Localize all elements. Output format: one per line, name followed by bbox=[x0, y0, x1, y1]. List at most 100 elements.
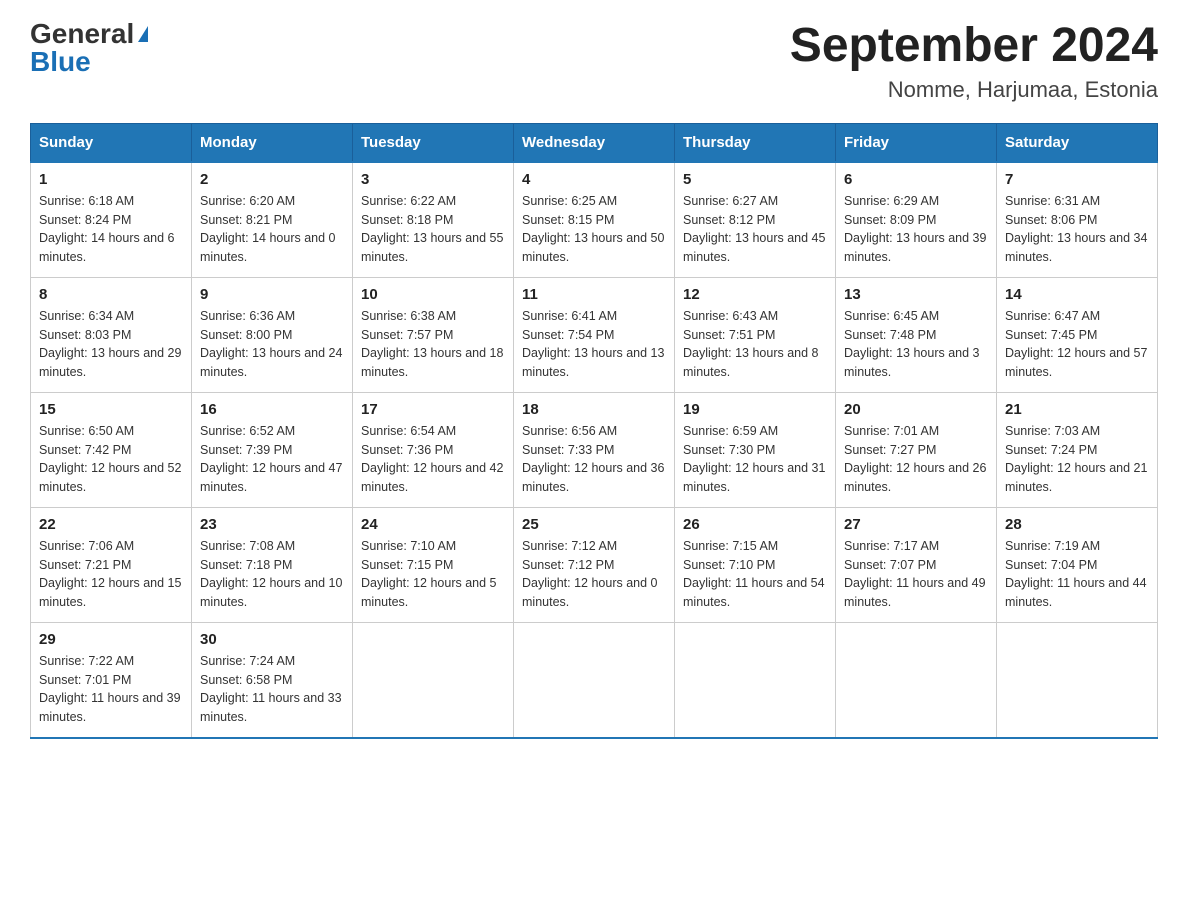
day-number: 11 bbox=[522, 286, 666, 303]
day-info: Sunrise: 6:52 AMSunset: 7:39 PMDaylight:… bbox=[200, 422, 344, 497]
weekday-header-saturday: Saturday bbox=[997, 123, 1158, 162]
calendar-cell: 19 Sunrise: 6:59 AMSunset: 7:30 PMDayligh… bbox=[675, 392, 836, 507]
weekday-header-sunday: Sunday bbox=[31, 123, 192, 162]
calendar-cell: 20 Sunrise: 7:01 AMSunset: 7:27 PMDayligh… bbox=[836, 392, 997, 507]
day-number: 18 bbox=[522, 401, 666, 418]
day-number: 15 bbox=[39, 401, 183, 418]
day-number: 7 bbox=[1005, 171, 1149, 188]
day-info: Sunrise: 6:20 AMSunset: 8:21 PMDaylight:… bbox=[200, 192, 344, 267]
day-info: Sunrise: 6:54 AMSunset: 7:36 PMDaylight:… bbox=[361, 422, 505, 497]
day-number: 29 bbox=[39, 631, 183, 648]
day-number: 19 bbox=[683, 401, 827, 418]
calendar-week-row: 15 Sunrise: 6:50 AMSunset: 7:42 PMDayligh… bbox=[31, 392, 1158, 507]
calendar-cell: 21 Sunrise: 7:03 AMSunset: 7:24 PMDayligh… bbox=[997, 392, 1158, 507]
day-number: 17 bbox=[361, 401, 505, 418]
calendar-title: September 2024 bbox=[790, 20, 1158, 73]
day-info: Sunrise: 6:50 AMSunset: 7:42 PMDaylight:… bbox=[39, 422, 183, 497]
calendar-cell bbox=[353, 622, 514, 738]
calendar-cell: 30Sunrise: 7:24 AMSunset: 6:58 PMDayligh… bbox=[192, 622, 353, 738]
day-number: 4 bbox=[522, 171, 666, 188]
day-info: Sunrise: 7:12 AMSunset: 7:12 PMDaylight:… bbox=[522, 537, 666, 612]
day-number: 22 bbox=[39, 516, 183, 533]
calendar-week-row: 22Sunrise: 7:06 AMSunset: 7:21 PMDayligh… bbox=[31, 507, 1158, 622]
day-number: 6 bbox=[844, 171, 988, 188]
day-number: 24 bbox=[361, 516, 505, 533]
day-info: Sunrise: 6:59 AMSunset: 7:30 PMDaylight:… bbox=[683, 422, 827, 497]
day-info: Sunrise: 7:10 AMSunset: 7:15 PMDaylight:… bbox=[361, 537, 505, 612]
calendar-cell bbox=[675, 622, 836, 738]
day-info: Sunrise: 6:22 AMSunset: 8:18 PMDaylight:… bbox=[361, 192, 505, 267]
day-number: 5 bbox=[683, 171, 827, 188]
weekday-header-friday: Friday bbox=[836, 123, 997, 162]
calendar-cell: 26Sunrise: 7:15 AMSunset: 7:10 PMDayligh… bbox=[675, 507, 836, 622]
day-info: Sunrise: 7:17 AMSunset: 7:07 PMDaylight:… bbox=[844, 537, 988, 612]
day-number: 14 bbox=[1005, 286, 1149, 303]
day-info: Sunrise: 6:56 AMSunset: 7:33 PMDaylight:… bbox=[522, 422, 666, 497]
calendar-cell: 14 Sunrise: 6:47 AMSunset: 7:45 PMDayligh… bbox=[997, 277, 1158, 392]
day-number: 3 bbox=[361, 171, 505, 188]
weekday-header-tuesday: Tuesday bbox=[353, 123, 514, 162]
calendar-week-row: 1Sunrise: 6:18 AMSunset: 8:24 PMDaylight… bbox=[31, 162, 1158, 278]
day-number: 21 bbox=[1005, 401, 1149, 418]
day-info: Sunrise: 6:36 AMSunset: 8:00 PMDaylight:… bbox=[200, 307, 344, 382]
day-info: Sunrise: 6:41 AMSunset: 7:54 PMDaylight:… bbox=[522, 307, 666, 382]
calendar-cell: 3 Sunrise: 6:22 AMSunset: 8:18 PMDaylight… bbox=[353, 162, 514, 278]
day-info: Sunrise: 6:27 AMSunset: 8:12 PMDaylight:… bbox=[683, 192, 827, 267]
calendar-cell: 2Sunrise: 6:20 AMSunset: 8:21 PMDaylight… bbox=[192, 162, 353, 278]
calendar-cell bbox=[514, 622, 675, 738]
day-number: 30 bbox=[200, 631, 344, 648]
calendar-week-row: 29 Sunrise: 7:22 AMSunset: 7:01 PMDayligh… bbox=[31, 622, 1158, 738]
calendar-cell: 5 Sunrise: 6:27 AMSunset: 8:12 PMDaylight… bbox=[675, 162, 836, 278]
calendar-cell bbox=[836, 622, 997, 738]
day-info: Sunrise: 6:31 AMSunset: 8:06 PMDaylight:… bbox=[1005, 192, 1149, 267]
page-header: General Blue September 2024 Nomme, Harju… bbox=[30, 20, 1158, 103]
calendar-cell: 23Sunrise: 7:08 AMSunset: 7:18 PMDayligh… bbox=[192, 507, 353, 622]
logo-general-text: General bbox=[30, 20, 134, 48]
calendar-cell: 4Sunrise: 6:25 AMSunset: 8:15 PMDaylight… bbox=[514, 162, 675, 278]
calendar-cell: 10Sunrise: 6:38 AMSunset: 7:57 PMDayligh… bbox=[353, 277, 514, 392]
day-number: 20 bbox=[844, 401, 988, 418]
calendar-table: SundayMondayTuesdayWednesdayThursdayFrid… bbox=[30, 123, 1158, 739]
title-block: September 2024 Nomme, Harjumaa, Estonia bbox=[790, 20, 1158, 103]
calendar-body: 1Sunrise: 6:18 AMSunset: 8:24 PMDaylight… bbox=[31, 162, 1158, 738]
day-number: 12 bbox=[683, 286, 827, 303]
calendar-cell bbox=[997, 622, 1158, 738]
calendar-cell: 12 Sunrise: 6:43 AMSunset: 7:51 PMDayligh… bbox=[675, 277, 836, 392]
day-number: 13 bbox=[844, 286, 988, 303]
calendar-cell: 27 Sunrise: 7:17 AMSunset: 7:07 PMDayligh… bbox=[836, 507, 997, 622]
day-number: 25 bbox=[522, 516, 666, 533]
day-info: Sunrise: 7:22 AMSunset: 7:01 PMDaylight:… bbox=[39, 652, 183, 727]
day-info: Sunrise: 6:43 AMSunset: 7:51 PMDaylight:… bbox=[683, 307, 827, 382]
calendar-cell: 11 Sunrise: 6:41 AMSunset: 7:54 PMDayligh… bbox=[514, 277, 675, 392]
calendar-cell: 17 Sunrise: 6:54 AMSunset: 7:36 PMDayligh… bbox=[353, 392, 514, 507]
day-info: Sunrise: 6:45 AMSunset: 7:48 PMDaylight:… bbox=[844, 307, 988, 382]
logo-triangle-icon bbox=[138, 26, 148, 42]
calendar-cell: 15 Sunrise: 6:50 AMSunset: 7:42 PMDayligh… bbox=[31, 392, 192, 507]
day-info: Sunrise: 7:15 AMSunset: 7:10 PMDaylight:… bbox=[683, 537, 827, 612]
day-number: 16 bbox=[200, 401, 344, 418]
day-info: Sunrise: 7:01 AMSunset: 7:27 PMDaylight:… bbox=[844, 422, 988, 497]
day-number: 28 bbox=[1005, 516, 1149, 533]
logo: General Blue bbox=[30, 20, 148, 76]
calendar-cell: 7 Sunrise: 6:31 AMSunset: 8:06 PMDaylight… bbox=[997, 162, 1158, 278]
calendar-header: SundayMondayTuesdayWednesdayThursdayFrid… bbox=[31, 123, 1158, 162]
day-info: Sunrise: 7:08 AMSunset: 7:18 PMDaylight:… bbox=[200, 537, 344, 612]
day-number: 27 bbox=[844, 516, 988, 533]
weekday-header-monday: Monday bbox=[192, 123, 353, 162]
day-info: Sunrise: 7:03 AMSunset: 7:24 PMDaylight:… bbox=[1005, 422, 1149, 497]
day-info: Sunrise: 6:47 AMSunset: 7:45 PMDaylight:… bbox=[1005, 307, 1149, 382]
calendar-cell: 8Sunrise: 6:34 AMSunset: 8:03 PMDaylight… bbox=[31, 277, 192, 392]
calendar-week-row: 8Sunrise: 6:34 AMSunset: 8:03 PMDaylight… bbox=[31, 277, 1158, 392]
day-info: Sunrise: 6:34 AMSunset: 8:03 PMDaylight:… bbox=[39, 307, 183, 382]
calendar-cell: 6 Sunrise: 6:29 AMSunset: 8:09 PMDaylight… bbox=[836, 162, 997, 278]
day-info: Sunrise: 6:38 AMSunset: 7:57 PMDaylight:… bbox=[361, 307, 505, 382]
weekday-header-thursday: Thursday bbox=[675, 123, 836, 162]
calendar-cell: 18 Sunrise: 6:56 AMSunset: 7:33 PMDayligh… bbox=[514, 392, 675, 507]
day-info: Sunrise: 6:29 AMSunset: 8:09 PMDaylight:… bbox=[844, 192, 988, 267]
calendar-cell: 24 Sunrise: 7:10 AMSunset: 7:15 PMDayligh… bbox=[353, 507, 514, 622]
calendar-cell: 28Sunrise: 7:19 AMSunset: 7:04 PMDayligh… bbox=[997, 507, 1158, 622]
calendar-subtitle: Nomme, Harjumaa, Estonia bbox=[790, 77, 1158, 103]
day-number: 9 bbox=[200, 286, 344, 303]
calendar-cell: 16 Sunrise: 6:52 AMSunset: 7:39 PMDayligh… bbox=[192, 392, 353, 507]
day-number: 1 bbox=[39, 171, 183, 188]
